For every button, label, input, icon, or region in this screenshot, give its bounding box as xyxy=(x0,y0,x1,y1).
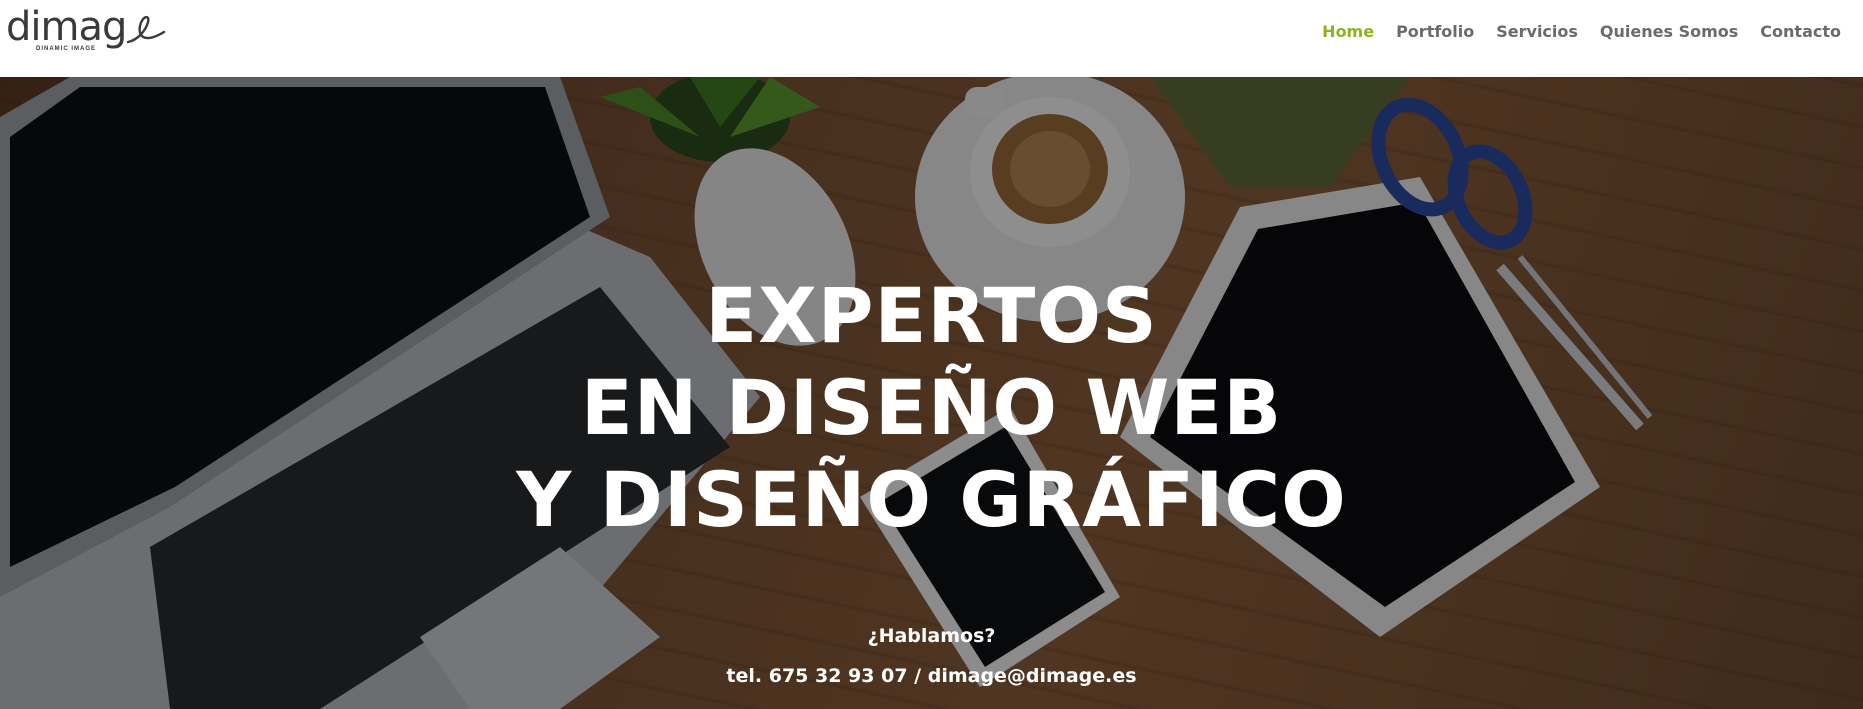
hero-title-line-2: EN DISEÑO WEB xyxy=(580,363,1283,452)
nav-home[interactable]: Home xyxy=(1322,22,1374,41)
main-nav: Home Portfolio Servicios Quienes Somos C… xyxy=(1322,22,1841,41)
hero-title: EXPERTOS EN DISEÑO WEB Y DISEÑO GRÁFICO xyxy=(0,270,1863,546)
nav-portfolio[interactable]: Portfolio xyxy=(1396,22,1474,41)
nav-servicios[interactable]: Servicios xyxy=(1496,22,1578,41)
nav-contacto[interactable]: Contacto xyxy=(1760,22,1841,41)
hero-contact-info[interactable]: tel. 675 32 93 07 / dimage@dimage.es xyxy=(0,665,1863,687)
nav-quienes-somos[interactable]: Quienes Somos xyxy=(1600,22,1738,41)
hero-title-line-1: EXPERTOS xyxy=(705,271,1158,360)
hero-question: ¿Hablamos? xyxy=(867,625,996,647)
hero-title-line-3: Y DISEÑO GRÁFICO xyxy=(516,455,1347,544)
logo-wordmark: dimag xyxy=(6,4,127,50)
logo-swash-icon xyxy=(126,15,166,44)
logo[interactable]: dimag DINAMIC IMAGE xyxy=(6,4,166,58)
site-header: dimag DINAMIC IMAGE Home Portfolio Servi… xyxy=(0,0,1863,77)
logo-subtitle: DINAMIC IMAGE xyxy=(36,46,96,52)
